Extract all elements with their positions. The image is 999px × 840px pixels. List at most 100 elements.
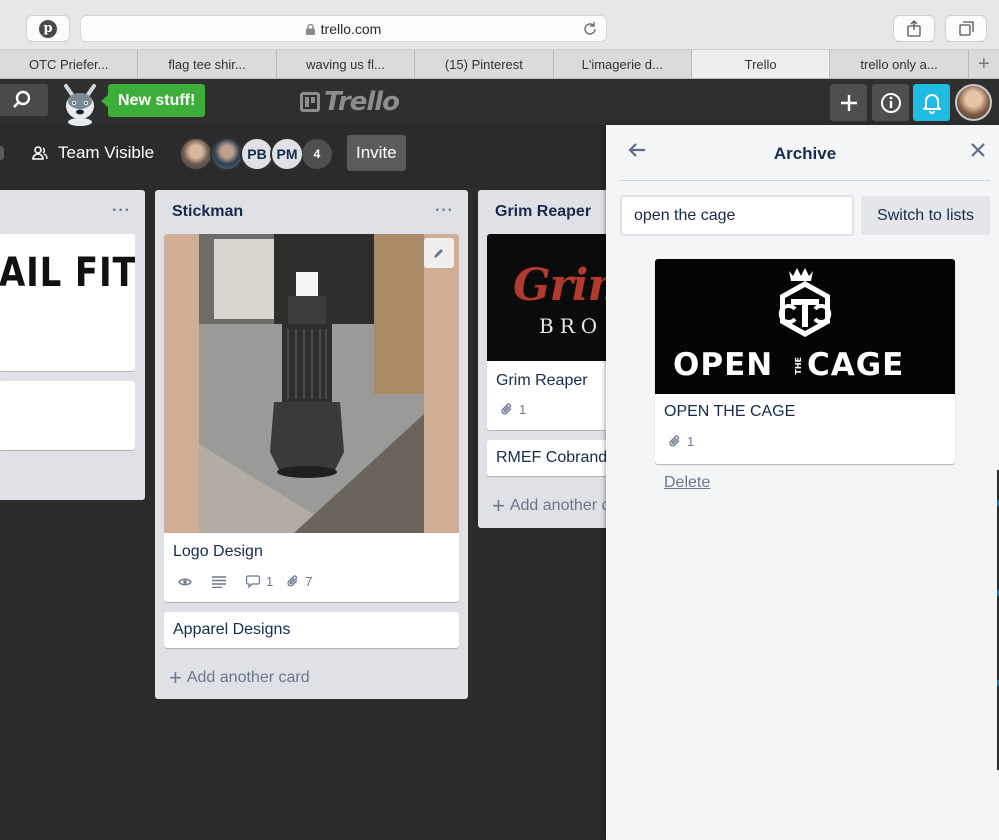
card-title: Grim Reaper [496, 372, 588, 389]
tab-label: OTC Priefer... [28, 56, 109, 72]
plus-icon: + [169, 665, 182, 690]
card[interactable] [0, 381, 135, 450]
add-card-button[interactable]: + Add another card [169, 665, 310, 690]
reload-icon[interactable] [582, 21, 598, 37]
tab-waving-flag[interactable]: waving us fl... [277, 50, 416, 78]
tab-flag-tee[interactable]: flag tee shir... [138, 50, 277, 78]
attachments-count: 1 [687, 434, 695, 449]
user-avatar[interactable] [955, 84, 992, 121]
archive-search-input[interactable] [620, 195, 854, 236]
list-menu-button[interactable]: ··· [435, 202, 454, 220]
logo-text: CAGE [807, 347, 905, 383]
comments-badge: 1 [246, 574, 273, 589]
cover-text: BRO [539, 314, 604, 338]
card-cover-image [164, 234, 459, 533]
info-icon [880, 92, 901, 113]
tab-label: (15) Pinterest [444, 56, 523, 72]
create-button[interactable] [830, 84, 867, 121]
member-avatar[interactable] [179, 137, 213, 171]
description-badge [212, 575, 232, 588]
list-title[interactable]: Stickman [172, 203, 243, 221]
card-logo-design[interactable]: Logo Design 1 7 [164, 234, 459, 602]
attachments-badge: 1 [501, 402, 526, 417]
visibility-label: Team Visible [58, 143, 155, 162]
list-column: ··· AIL FIT [0, 190, 145, 500]
paperclip-icon [669, 435, 680, 447]
list-column: Stickman ··· Logo Design 1 7 Apparel Des… [155, 190, 468, 699]
eye-icon [178, 578, 192, 585]
archive-panel: Archive Switch to lists OPEN THE CAGE OP… [606, 125, 999, 840]
share-button[interactable] [893, 15, 935, 42]
tabs-overview-icon [958, 21, 974, 36]
description-icon [212, 575, 226, 588]
tab-trello[interactable]: Trello [691, 50, 831, 78]
add-card-label: Add another c [509, 497, 610, 514]
team-icon [32, 146, 48, 160]
visibility-button[interactable]: Team Visible [20, 137, 166, 169]
tab-otc-priefer[interactable]: OTC Priefer... [0, 50, 139, 78]
info-button[interactable] [872, 84, 909, 121]
logo-text: THE [794, 357, 803, 375]
tab-pinterest[interactable]: (15) Pinterest [415, 50, 554, 78]
member-avatar-pb[interactable]: PB [240, 137, 274, 171]
invite-button[interactable]: Invite [347, 135, 406, 171]
trello-board-icon [300, 92, 320, 112]
lock-icon [305, 24, 315, 35]
member-avatar[interactable] [210, 137, 244, 171]
list-title[interactable]: Grim Reaper [495, 203, 591, 221]
close-icon[interactable] [970, 142, 986, 158]
notifications-button[interactable] [913, 84, 950, 121]
edit-card-button[interactable] [424, 238, 454, 268]
attachments-count: 7 [305, 574, 313, 589]
switch-to-lists-button[interactable]: Switch to lists [861, 196, 990, 235]
card-title: Logo Design [173, 543, 263, 560]
list-menu-button[interactable]: ··· [112, 202, 131, 220]
tab-label: waving us fl... [306, 56, 385, 72]
panel-header: Archive [620, 125, 990, 181]
tab-trello-only[interactable]: trello only a... [830, 50, 969, 78]
tab-label: flag tee shir... [168, 56, 246, 72]
paperclip-icon [501, 403, 512, 415]
card[interactable]: AIL FIT [0, 234, 135, 371]
add-card-label: Add another card [186, 669, 310, 686]
attachments-count: 1 [519, 402, 527, 417]
card-cover-text: AIL FIT [0, 250, 135, 296]
trello-logo[interactable]: Trello [300, 87, 400, 117]
add-icon [840, 94, 857, 111]
card-title: RMEF Cobrand [496, 449, 608, 466]
more-members-count[interactable]: 4 [302, 139, 332, 169]
card-cover-image: OPEN THE CAGE [655, 259, 955, 394]
address-bar[interactable]: trello.com [80, 15, 607, 42]
pencil-icon [434, 249, 443, 258]
card-title: Apparel Designs [173, 621, 291, 638]
new-stuff-button[interactable]: New stuff! [100, 84, 206, 117]
tab-label: L'imagerie d... [581, 56, 663, 72]
archived-card[interactable]: OPEN THE CAGE OPEN THE CAGE 1 [655, 259, 955, 464]
url-text: trello.com [320, 20, 382, 37]
logo-text: OPEN [673, 347, 774, 383]
browser-toolbar: p trello.com [0, 0, 999, 50]
pinterest-button[interactable]: p [26, 15, 70, 42]
board-star-button[interactable] [0, 146, 4, 160]
bell-icon [922, 93, 941, 114]
comment-icon [246, 575, 260, 588]
attachments-badge: 7 [287, 574, 312, 589]
taco-mascot-icon[interactable] [58, 82, 102, 126]
member-avatar-pm[interactable]: PM [270, 137, 304, 171]
pinterest-icon: p [39, 19, 57, 38]
new-tab-button[interactable]: + [969, 50, 999, 78]
share-icon [907, 20, 921, 37]
tab-label: trello only a... [860, 56, 938, 72]
search-button[interactable] [0, 84, 48, 116]
brand-name: Trello [324, 87, 400, 117]
tab-label: Trello [744, 56, 777, 72]
panel-title: Archive [773, 144, 837, 163]
tabs-overview-button[interactable] [945, 15, 987, 42]
delete-card-link[interactable]: Delete [664, 474, 710, 492]
attachments-badge: 1 [669, 434, 694, 449]
plus-icon: + [492, 493, 505, 518]
add-card-button[interactable]: + Add another c [492, 493, 610, 518]
card-apparel-designs[interactable]: Apparel Designs [164, 612, 459, 648]
card-badges: 1 7 [178, 574, 326, 589]
tab-imagerie[interactable]: L'imagerie d... [554, 50, 692, 78]
